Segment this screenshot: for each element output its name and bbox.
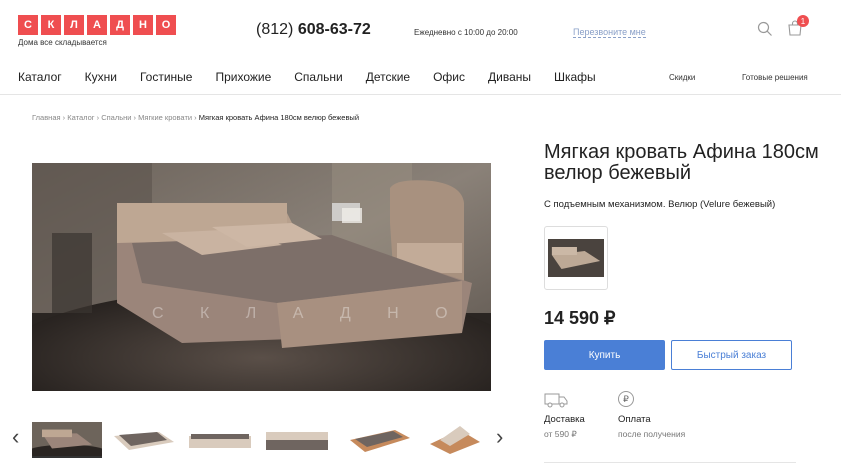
nav-item-living-rooms[interactable]: Гостиные bbox=[140, 70, 193, 84]
nav-item-catalog[interactable]: Каталог bbox=[18, 70, 62, 84]
nav-item-bedrooms[interactable]: Спальни bbox=[294, 70, 342, 84]
breadcrumb-bedrooms[interactable]: Спальни bbox=[101, 113, 131, 122]
image-watermark: С К Л А Д Н О bbox=[152, 305, 464, 322]
logo-letters: С К Л А Д Н О bbox=[18, 15, 176, 35]
logo-letter: Д bbox=[110, 15, 130, 35]
variant-swatch[interactable] bbox=[544, 226, 608, 290]
product-main-image[interactable]: С К Л А Д Н О bbox=[32, 163, 491, 391]
payment-title: Оплата bbox=[618, 414, 651, 425]
gallery-thumbnail[interactable] bbox=[262, 422, 332, 458]
phone-main: 608-63-72 bbox=[297, 21, 371, 38]
breadcrumb-separator: › bbox=[194, 113, 197, 122]
nav-discounts-link[interactable]: Скидки bbox=[669, 73, 695, 82]
breadcrumb-separator: › bbox=[96, 113, 100, 122]
logo-letter: К bbox=[41, 15, 61, 35]
logo-letter: А bbox=[87, 15, 107, 35]
logo-letter: Л bbox=[64, 15, 84, 35]
callback-link[interactable]: Перезвоните мне bbox=[573, 27, 646, 38]
phone-code: (812) bbox=[256, 21, 294, 38]
gallery-next-arrow[interactable]: › bbox=[496, 424, 503, 450]
delivery-truck-icon bbox=[544, 392, 568, 408]
nav-item-kitchens[interactable]: Кухни bbox=[85, 70, 117, 84]
breadcrumb: Главная › Каталог › Спальни › Мягкие кро… bbox=[32, 113, 359, 122]
nav-divider bbox=[0, 94, 841, 95]
delivery-title: Доставка bbox=[544, 414, 585, 425]
nav-item-sofas[interactable]: Диваны bbox=[488, 70, 531, 84]
buy-button[interactable]: Купить bbox=[544, 340, 665, 370]
ruble-icon: ₽ bbox=[618, 391, 634, 407]
gallery-thumbnail[interactable] bbox=[345, 422, 415, 458]
payment-terms: после получения bbox=[618, 429, 686, 439]
gallery-thumbnail[interactable] bbox=[420, 422, 490, 458]
breadcrumb-catalog[interactable]: Каталог bbox=[67, 113, 94, 122]
gallery-thumbnail[interactable] bbox=[109, 422, 179, 458]
breadcrumb-separator: › bbox=[62, 113, 66, 122]
nav-item-office[interactable]: Офис bbox=[433, 70, 465, 84]
working-hours: Ежедневно с 10:00 до 20:00 bbox=[414, 28, 518, 37]
cart-count-badge: 1 bbox=[797, 15, 809, 27]
logo-letter: Н bbox=[133, 15, 153, 35]
product-subtitle: С подъемным механизмом. Велюр (Velure бе… bbox=[544, 199, 776, 210]
nav-item-wardrobes[interactable]: Шкафы bbox=[554, 70, 596, 84]
nav-item-hallways[interactable]: Прихожие bbox=[215, 70, 271, 84]
breadcrumb-separator: › bbox=[133, 113, 137, 122]
nav-item-kids[interactable]: Детские bbox=[366, 70, 410, 84]
breadcrumb-soft-beds[interactable]: Мягкие кровати bbox=[138, 113, 192, 122]
product-title: Мягкая кровать Афина 180см велюр бежевый bbox=[544, 141, 819, 184]
gallery-prev-arrow[interactable]: ‹ bbox=[12, 424, 19, 450]
site-logo[interactable]: С К Л А Д Н О Дома все складывается bbox=[18, 15, 176, 47]
quick-order-button[interactable]: Быстрый заказ bbox=[671, 340, 792, 370]
breadcrumb-home[interactable]: Главная bbox=[32, 113, 61, 122]
logo-tagline: Дома все складывается bbox=[18, 38, 107, 47]
breadcrumb-current: Мягкая кровать Афина 180см велюр бежевый bbox=[198, 113, 360, 122]
section-divider bbox=[544, 462, 796, 463]
search-icon[interactable] bbox=[757, 21, 773, 37]
nav-ready-solutions-link[interactable]: Готовые решения bbox=[742, 73, 808, 82]
product-price: 14 590 ₽ bbox=[544, 308, 616, 328]
phone-number[interactable]: (812) 608-63-72 bbox=[256, 21, 371, 39]
main-nav: Каталог Кухни Гостиные Прихожие Спальни … bbox=[18, 70, 619, 84]
logo-letter: О bbox=[156, 15, 176, 35]
gallery-thumbnail[interactable] bbox=[185, 422, 255, 458]
logo-letter: С bbox=[18, 15, 38, 35]
gallery-thumbnail[interactable] bbox=[32, 422, 102, 458]
delivery-price: от 590 ₽ bbox=[544, 429, 577, 439]
